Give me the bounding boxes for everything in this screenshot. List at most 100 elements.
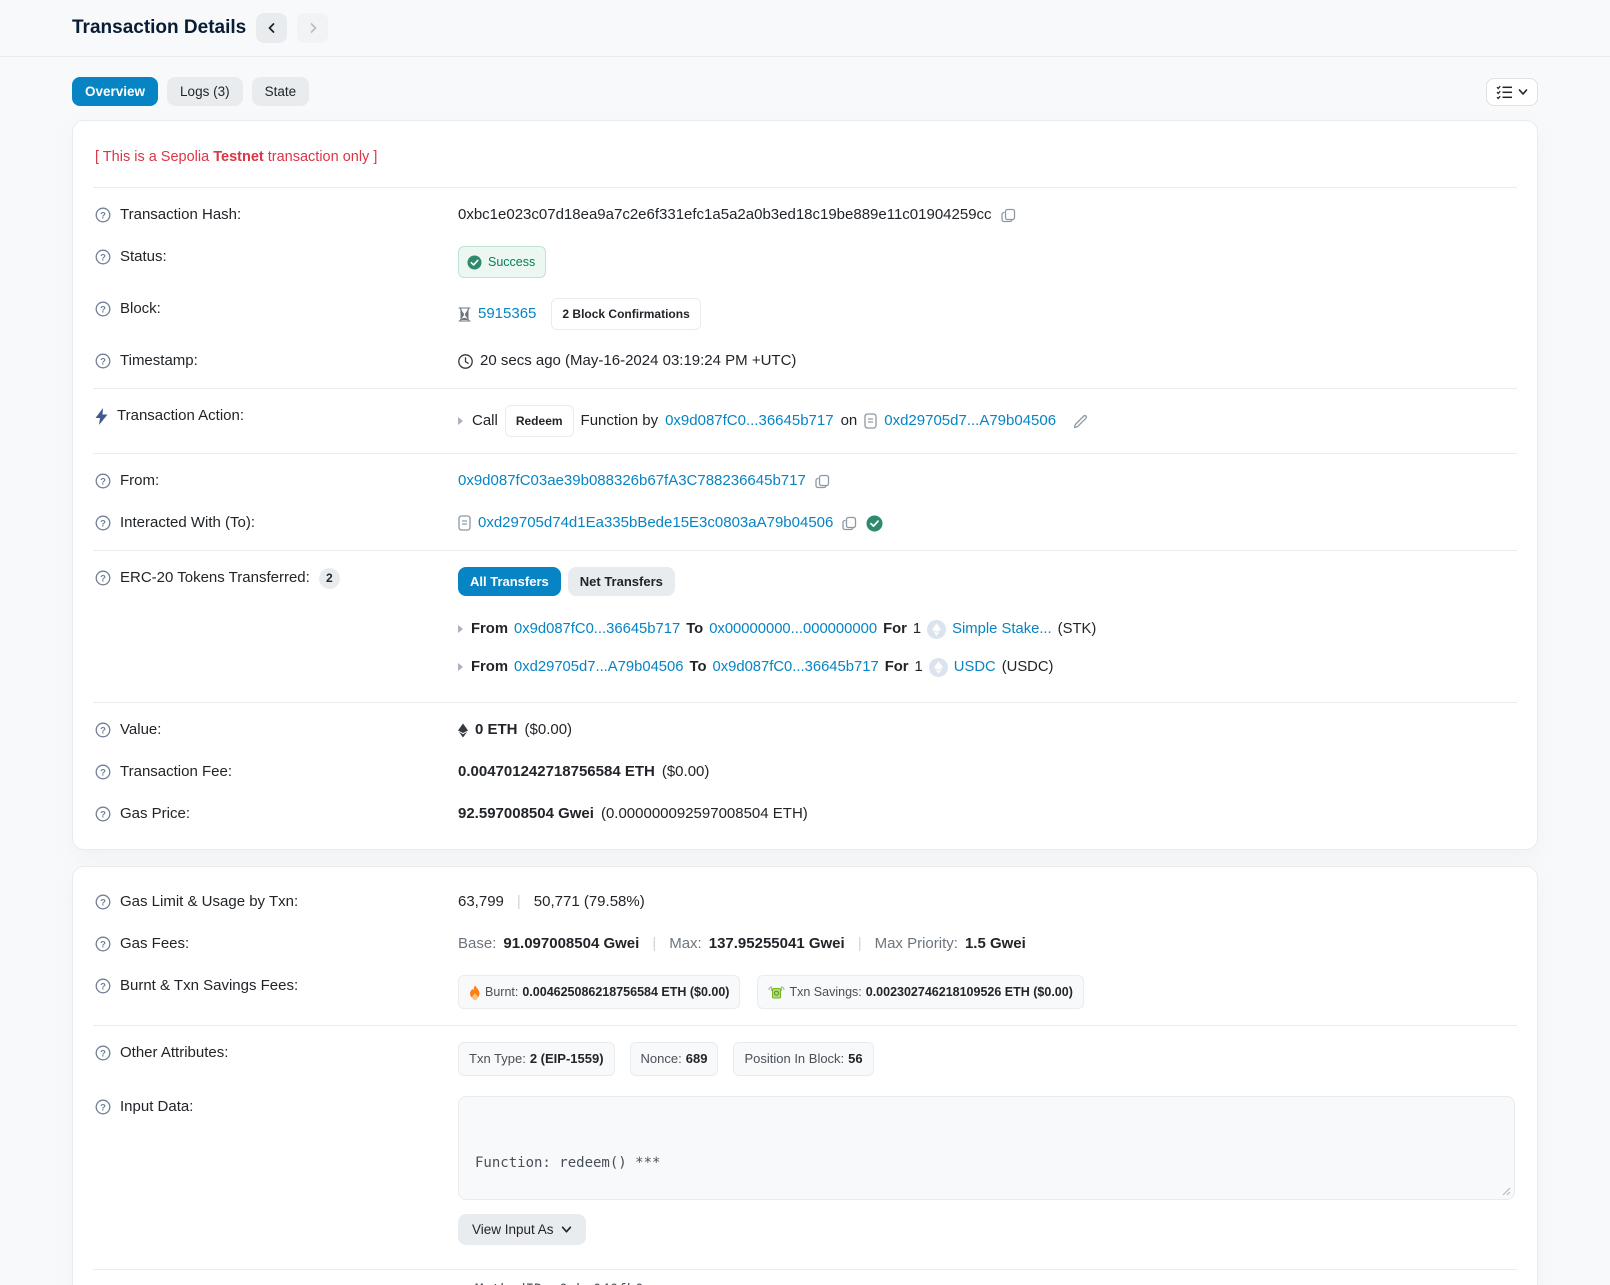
other-attributes-label: Other Attributes: xyxy=(120,1042,228,1064)
burnt-savings-label: Burnt & Txn Savings Fees: xyxy=(120,975,298,997)
action-group: Transaction Action: Call Redeem Function… xyxy=(93,388,1517,453)
timestamp-value: 20 secs ago (May-16-2024 03:19:24 PM +UT… xyxy=(480,350,796,372)
pencil-icon xyxy=(1073,414,1088,429)
action-caller-link[interactable]: 0x9d087fC0...36645b717 xyxy=(665,410,833,432)
next-transaction-button[interactable] xyxy=(297,13,328,43)
copy-from-button[interactable] xyxy=(813,474,832,489)
svg-text:?: ? xyxy=(100,356,106,367)
from-address-link[interactable]: 0x9d087fC03ae39b088326b67fA3C788236645b7… xyxy=(458,470,806,492)
overview-card: [ This is a Sepolia Testnet transaction … xyxy=(72,120,1538,850)
help-icon[interactable]: ? xyxy=(95,764,111,780)
to-address-link[interactable]: 0xd29705d74d1Ea335bBede15E3c0803aA79b045… xyxy=(478,512,833,534)
tabs-row: Overview Logs (3) State xyxy=(0,57,1610,106)
interacted-with-row: ? Interacted With (To): 0xd29705d74d1Ea3… xyxy=(93,502,1517,544)
help-icon[interactable]: ? xyxy=(95,473,111,489)
svg-text:?: ? xyxy=(100,725,106,736)
contract-file-icon xyxy=(458,515,471,531)
help-icon[interactable]: ? xyxy=(95,570,111,586)
tab-logs[interactable]: Logs (3) xyxy=(167,77,243,106)
position-in-block-value: 56 xyxy=(848,1048,862,1070)
block-confirmations-badge: 2 Block Confirmations xyxy=(551,298,700,330)
addresses-group: ? From: 0x9d087fC03ae39b088326b67fA3C788… xyxy=(93,453,1517,550)
svg-text:?: ? xyxy=(100,518,106,529)
help-icon[interactable]: ? xyxy=(95,978,111,994)
gas-group: ? Gas Limit & Usage by Txn: 63,799 | 50,… xyxy=(93,875,1517,1025)
max-fee-value: 137.95255041 Gwei xyxy=(709,933,845,955)
gas-limit-value: 63,799 xyxy=(458,891,504,913)
interacted-with-label: Interacted With (To): xyxy=(120,512,255,534)
transfer-from-link[interactable]: 0x9d087fC0...36645b717 xyxy=(514,618,680,640)
gas-price-row: ? Gas Price: 92.597008504 Gwei (0.000000… xyxy=(93,793,1517,835)
burnt-fee-label: Burnt: xyxy=(485,981,518,1003)
svg-text:?: ? xyxy=(100,767,106,778)
value-amount: 0 ETH xyxy=(475,719,518,741)
help-icon[interactable]: ? xyxy=(95,806,111,822)
help-icon[interactable]: ? xyxy=(95,301,111,317)
action-on-word: on xyxy=(841,410,858,432)
tab-state[interactable]: State xyxy=(252,77,310,106)
txn-type-value: 2 (EIP-1559) xyxy=(530,1048,604,1070)
gas-fees-row: ? Gas Fees: Base: 91.097008504 Gwei | Ma… xyxy=(93,923,1517,965)
transfer-token-link[interactable]: Simple Stake... xyxy=(952,618,1052,640)
help-icon[interactable]: ? xyxy=(95,207,111,223)
txn-savings-badge: Txn Savings: 0.002302746218109526 ETH ($… xyxy=(757,975,1083,1009)
transfer-filter-buttons: All Transfers Net Transfers xyxy=(458,567,1515,596)
help-icon[interactable]: ? xyxy=(95,515,111,531)
input-data-function-line: Function: redeem() *** xyxy=(475,1153,1498,1174)
svg-text:?: ? xyxy=(100,1048,106,1059)
transfer-to-link[interactable]: 0x00000000...000000000 xyxy=(709,618,877,640)
svg-text:?: ? xyxy=(100,304,106,315)
nonce-badge: Nonce: 689 xyxy=(630,1042,719,1076)
net-transfers-button[interactable]: Net Transfers xyxy=(568,567,675,596)
input-data-box[interactable]: Function: redeem() *** MethodID: 0xbe040… xyxy=(458,1096,1515,1200)
tx-summary-group: ? Transaction Hash: 0xbc1e023c07d18ea9a7… xyxy=(93,187,1517,388)
transfer-token-symbol: (USDC) xyxy=(1002,656,1054,678)
tab-overview[interactable]: Overview xyxy=(72,77,158,106)
svg-text:?: ? xyxy=(100,476,106,487)
status-badge-label: Success xyxy=(488,251,535,273)
transaction-fee-usd: ($0.00) xyxy=(662,761,710,783)
max-fee-label: Max: xyxy=(669,933,702,955)
burnt-fee-badge: Burnt: 0.004625086218756584 ETH ($0.00) xyxy=(458,975,740,1009)
chevron-down-icon xyxy=(1518,87,1528,97)
help-icon[interactable]: ? xyxy=(95,249,111,265)
max-priority-value: 1.5 Gwei xyxy=(965,933,1026,955)
help-icon[interactable]: ? xyxy=(95,894,111,910)
help-icon[interactable]: ? xyxy=(95,353,111,369)
transaction-action-label: Transaction Action: xyxy=(117,405,244,427)
input-data-methodid-line: MethodID: 0xbe040fb0 xyxy=(475,1280,1498,1285)
all-transfers-button[interactable]: All Transfers xyxy=(458,567,561,596)
copy-icon xyxy=(1001,208,1016,223)
copy-to-button[interactable] xyxy=(840,516,859,531)
copy-hash-button[interactable] xyxy=(999,208,1018,223)
svg-text:?: ? xyxy=(100,252,106,263)
page-header: Transaction Details xyxy=(0,0,1610,57)
resize-grip-icon[interactable] xyxy=(1501,1186,1511,1196)
svg-text:?: ? xyxy=(100,573,106,584)
contract-file-icon xyxy=(864,413,877,429)
transfer-to-link[interactable]: 0x9d087fC0...36645b717 xyxy=(712,656,878,678)
transfer-from-link[interactable]: 0xd29705d7...A79b04506 xyxy=(514,656,684,678)
status-label: Status: xyxy=(120,246,167,268)
svg-text:?: ? xyxy=(100,809,106,820)
transaction-fee-row: ? Transaction Fee: 0.004701242718756584 … xyxy=(93,751,1517,793)
fire-icon xyxy=(469,985,481,1000)
help-icon[interactable]: ? xyxy=(95,1099,111,1115)
money-wings-icon xyxy=(768,986,785,999)
transfer-token-link[interactable]: USDC xyxy=(954,656,996,678)
view-options-button[interactable] xyxy=(1486,78,1538,106)
transaction-fee-value: 0.004701242718756584 ETH xyxy=(458,761,655,783)
base-fee-value: 91.097008504 Gwei xyxy=(503,933,639,955)
page-title: Transaction Details xyxy=(72,17,246,39)
help-icon[interactable]: ? xyxy=(95,1045,111,1061)
value-label: Value: xyxy=(120,719,161,741)
action-contract-link[interactable]: 0xd29705d7...A79b04506 xyxy=(884,410,1056,432)
block-number-link[interactable]: 5915365 xyxy=(478,303,536,325)
svg-text:?: ? xyxy=(100,210,106,221)
status-row: ? Status: Success xyxy=(93,236,1517,288)
edit-action-button[interactable] xyxy=(1071,414,1090,429)
help-icon[interactable]: ? xyxy=(95,936,111,952)
previous-transaction-button[interactable] xyxy=(256,13,287,43)
burnt-savings-row: ? Burnt & Txn Savings Fees: Burnt: 0.004… xyxy=(93,965,1517,1019)
help-icon[interactable]: ? xyxy=(95,722,111,738)
